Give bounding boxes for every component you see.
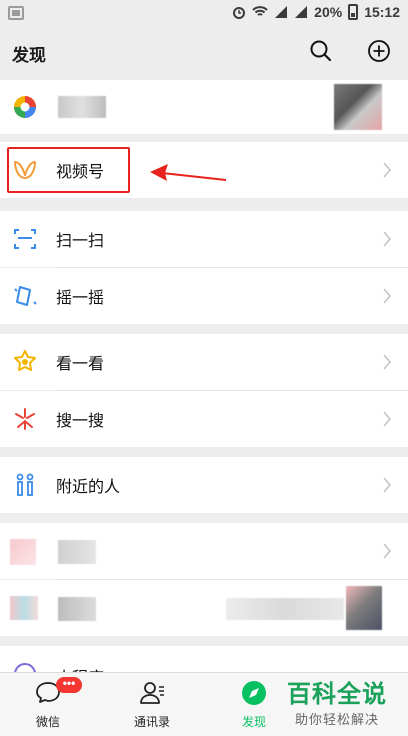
blurred-info	[226, 598, 344, 620]
moments-thumbnail-blurred	[334, 84, 382, 130]
search-feature-icon	[15, 408, 35, 430]
blurred-thumbnail	[346, 586, 382, 630]
list-item-blurred-1[interactable]	[0, 523, 408, 579]
chat-bubble-icon: •••	[34, 677, 82, 707]
watermark-main: 百科全说	[287, 681, 387, 708]
search-label: 搜一搜	[56, 413, 105, 430]
page-title: 发现	[12, 46, 46, 65]
header: 发现	[0, 28, 408, 74]
alarm-icon	[233, 7, 246, 19]
wifi-icon	[252, 6, 268, 16]
tab-contacts[interactable]: 通讯录	[112, 679, 192, 735]
top-stories-label: 看一看	[56, 356, 105, 373]
blurred-label	[58, 597, 96, 621]
chevron-right-icon	[383, 162, 392, 178]
moments-username-blurred	[58, 96, 106, 118]
scan-label: 扫一扫	[56, 233, 105, 250]
watermark-sub: 助你轻松解决	[294, 712, 379, 727]
chevron-right-icon	[383, 411, 392, 427]
notification-icon	[8, 6, 24, 20]
list-item-top-stories[interactable]: 看一看	[0, 334, 408, 390]
watermark: 百科全说 助你轻松解决	[278, 674, 396, 728]
blurred-icon	[10, 539, 36, 565]
list-item-scan[interactable]: 扫一扫	[0, 211, 408, 267]
chevron-right-icon	[383, 477, 392, 493]
scan-icon	[14, 229, 36, 249]
tab-bar: ••• 微信 通讯录 发现 百科全说 助你轻松解决	[0, 672, 408, 736]
list-item-search[interactable]: 搜一搜	[0, 391, 408, 447]
list-item-shake[interactable]: 摇一摇	[0, 268, 408, 324]
people-nearby-icon	[16, 473, 34, 496]
signal-icon-2	[295, 6, 308, 18]
contacts-icon	[138, 679, 166, 707]
unread-badge: •••	[56, 677, 82, 693]
list-item-people-nearby[interactable]: 附近的人	[0, 457, 408, 513]
blurred-icon	[10, 596, 38, 620]
discover-compass-icon	[240, 679, 268, 707]
highlight-box	[7, 147, 130, 193]
screen: 20% 15:12 发现 视频号 扫一扫 摇一摇 看一看 搜一搜 附近的人 ••…	[0, 0, 408, 736]
chevron-right-icon	[383, 288, 392, 304]
status-right: 20% 15:12	[232, 4, 400, 20]
chevron-right-icon	[383, 354, 392, 370]
clock: 15:12	[364, 4, 400, 20]
red-arrow-annotation	[150, 164, 227, 181]
shake-icon	[14, 286, 37, 306]
list-item-moments[interactable]	[0, 80, 408, 134]
people-nearby-label: 附近的人	[56, 479, 121, 496]
battery-percent: 20%	[314, 4, 343, 20]
tab-contacts-label: 通讯录	[133, 715, 170, 729]
moments-icon	[14, 96, 36, 118]
search-icon[interactable]	[308, 38, 334, 64]
shake-label: 摇一摇	[56, 290, 105, 307]
status-bar: 20% 15:12	[0, 0, 408, 28]
chevron-right-icon	[383, 543, 392, 559]
battery-icon	[348, 4, 359, 20]
tab-chats-label: 微信	[35, 715, 60, 729]
top-stories-icon	[14, 350, 36, 371]
signal-icon	[275, 6, 288, 18]
blurred-label	[58, 540, 96, 564]
add-icon[interactable]	[366, 38, 392, 64]
list-item-blurred-2[interactable]	[0, 580, 408, 636]
chevron-right-icon	[383, 231, 392, 247]
tab-chats[interactable]: ••• 微信	[8, 677, 88, 735]
